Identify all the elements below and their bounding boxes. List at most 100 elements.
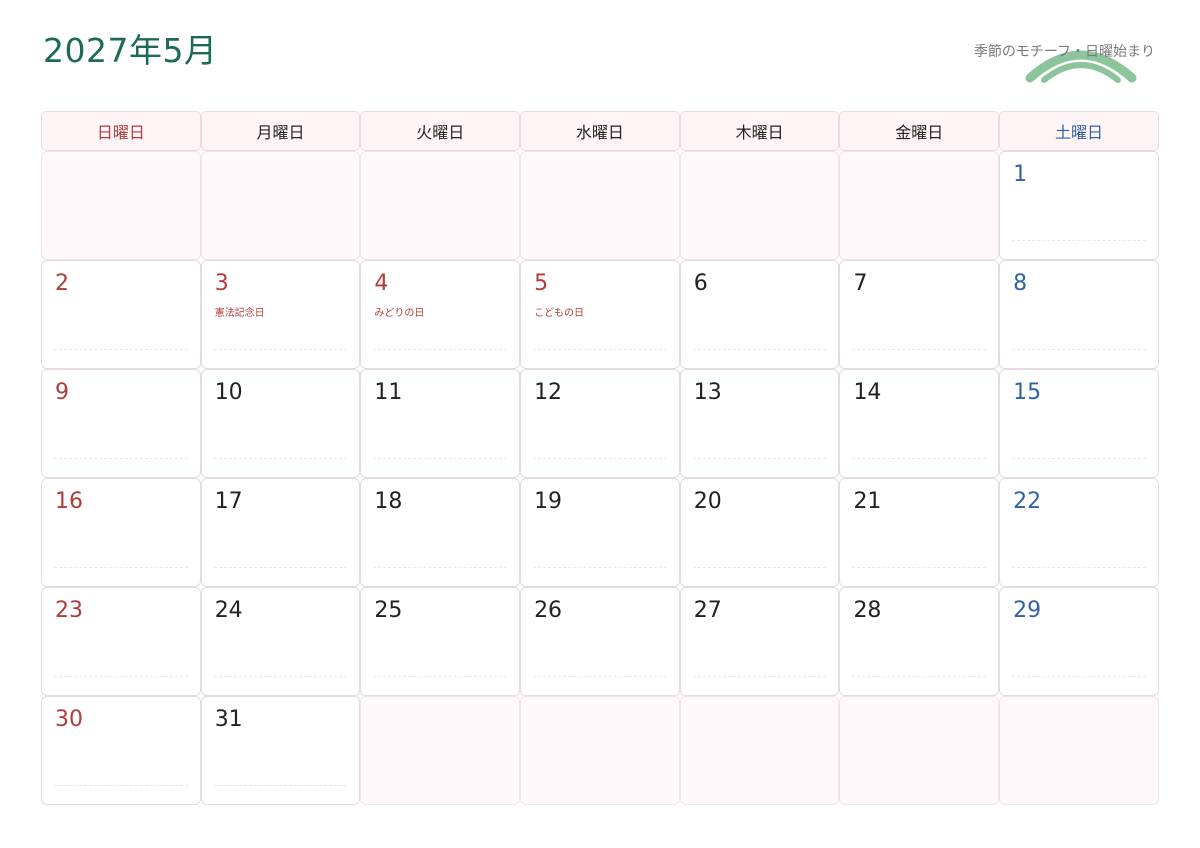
day-number: 15 [1013,380,1042,405]
holiday-label: 憲法記念日 [214,308,265,319]
day-number: 23 [55,598,83,623]
day-cell[interactable]: 1 [999,151,1159,260]
day-cell[interactable]: 8 [999,260,1159,369]
day-cell[interactable]: 20 [679,478,840,587]
day-number: 9 [55,380,69,405]
empty-day-cell [679,696,840,805]
memo-line [852,567,987,568]
calendar-subtitle: 季節のモチーフ・日曜始まり [973,44,1155,60]
empty-day-cell [679,151,840,260]
weekday-header-thursday: 木曜日 [679,111,840,151]
memo-line [1012,349,1146,350]
empty-day-cell [839,696,1000,805]
memo-line [692,676,827,677]
weekday-header-tuesday: 火曜日 [360,111,521,151]
day-cell[interactable]: 4 みどりの日 [360,260,521,369]
day-cell[interactable]: 2 [41,260,201,369]
day-cell[interactable]: 5 こどもの日 [520,260,680,369]
day-number: 14 [853,380,882,405]
memo-line [213,567,348,568]
memo-line [692,458,827,459]
day-cell[interactable]: 28 [839,587,1000,696]
memo-line [373,676,508,677]
memo-line [852,458,987,459]
day-number: 30 [55,707,83,732]
day-number: 7 [853,271,868,296]
day-number: 31 [214,707,243,732]
memo-line [1012,240,1146,241]
day-cell[interactable]: 12 [520,369,680,478]
day-cell[interactable]: 6 [679,260,840,369]
weekday-header-friday: 金曜日 [839,111,1000,151]
memo-line [373,349,508,350]
holiday-label: こどもの日 [534,308,585,319]
day-cell[interactable]: 24 [200,587,361,696]
day-cell[interactable]: 3 憲法記念日 [200,260,361,369]
weekday-header-wednesday: 水曜日 [520,111,680,151]
empty-day-cell [360,696,521,805]
day-number: 2 [55,271,69,296]
day-cell[interactable]: 17 [200,478,361,587]
memo-line [1012,676,1146,677]
memo-line [533,349,667,350]
day-cell[interactable]: 22 [999,478,1159,587]
memo-line [692,349,827,350]
memo-line [373,458,508,459]
memo-line [533,676,667,677]
memo-line [533,458,667,459]
calendar-grid: 日曜日 月曜日 火曜日 水曜日 木曜日 金曜日 土曜日 1 2 3 憲法記念日 4 みどり… [41,111,1159,805]
day-number: 17 [214,489,243,514]
memo-line [54,676,188,677]
day-number: 18 [374,489,403,514]
day-number: 28 [853,598,882,623]
memo-line [533,567,667,568]
memo-line [213,458,348,459]
day-cell[interactable]: 11 [360,369,521,478]
day-cell[interactable]: 30 [41,696,201,805]
weekday-header-sunday: 日曜日 [41,111,201,151]
day-cell[interactable]: 21 [839,478,1000,587]
day-number: 4 [374,271,389,296]
day-number: 1 [1013,162,1028,187]
day-number: 3 [214,271,229,296]
empty-day-cell [360,151,521,260]
empty-day-cell [839,151,1000,260]
day-cell[interactable]: 29 [999,587,1159,696]
day-number: 26 [534,598,563,623]
day-cell[interactable]: 9 [41,369,201,478]
day-cell[interactable]: 15 [999,369,1159,478]
day-number: 16 [55,489,83,514]
day-cell[interactable]: 16 [41,478,201,587]
day-cell[interactable]: 23 [41,587,201,696]
day-cell[interactable]: 13 [679,369,840,478]
day-cell[interactable]: 27 [679,587,840,696]
day-cell[interactable]: 19 [520,478,680,587]
memo-line [1012,567,1146,568]
day-number: 10 [214,380,243,405]
weekday-header-monday: 月曜日 [200,111,361,151]
day-number: 29 [1013,598,1042,623]
day-number: 13 [693,380,722,405]
day-number: 5 [534,271,549,296]
day-number: 21 [853,489,882,514]
day-number: 27 [693,598,722,623]
day-number: 20 [693,489,722,514]
day-cell[interactable]: 14 [839,369,1000,478]
day-cell[interactable]: 25 [360,587,521,696]
memo-line [213,676,348,677]
day-cell[interactable]: 26 [520,587,680,696]
day-number: 8 [1013,271,1028,296]
day-number: 11 [374,380,403,405]
day-number: 12 [534,380,563,405]
memo-line [1012,458,1146,459]
day-cell[interactable]: 10 [200,369,361,478]
day-cell[interactable]: 31 [200,696,361,805]
empty-day-cell [999,696,1159,805]
day-cell[interactable]: 18 [360,478,521,587]
memo-line [852,676,987,677]
day-number: 25 [374,598,403,623]
day-cell[interactable]: 7 [839,260,1000,369]
day-number: 6 [693,271,708,296]
holiday-label: みどりの日 [374,308,425,319]
day-number: 19 [534,489,563,514]
